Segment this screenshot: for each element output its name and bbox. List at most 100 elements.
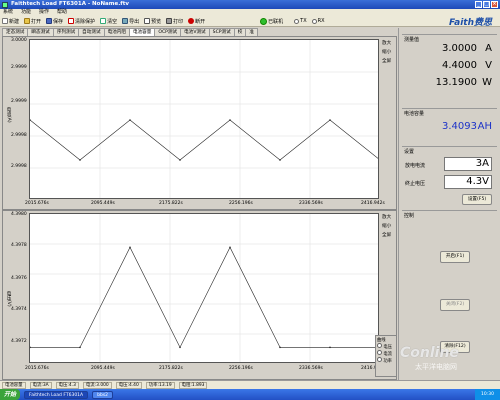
tab-static[interactable]: 定态测试: [2, 28, 29, 36]
export-icon: [122, 18, 129, 24]
zoom-in-link[interactable]: 放大: [382, 39, 391, 48]
disconnect-icon: [188, 18, 195, 24]
voltage-radio[interactable]: [377, 343, 382, 348]
data-point: [30, 346, 31, 349]
right-panel: 测量值 3.0000 A 4.4000 V 13.1900 W 电池容量 3.4…: [398, 28, 500, 388]
print-button[interactable]: 打印: [166, 18, 183, 25]
settings-title: 设置: [404, 149, 415, 155]
x-tick: 2336.569s: [299, 201, 323, 206]
maximize-button[interactable]: □: [483, 1, 490, 8]
tab-dynamic[interactable]: 瞬态测试: [27, 28, 54, 36]
app-icon: [2, 1, 8, 8]
data-point: [179, 346, 181, 349]
clear-data-button[interactable]: 清空: [100, 18, 117, 25]
x-tick: 2336.569s: [299, 366, 323, 371]
taskbar-folder[interactable]: bbs2: [92, 390, 114, 399]
current-plot: [30, 40, 378, 198]
data-point: [79, 346, 81, 349]
fullscreen-link[interactable]: 全屏: [382, 57, 391, 66]
capacity-unit: AH: [477, 121, 492, 132]
connected-indicator-icon: [260, 17, 268, 25]
data-point: [229, 119, 231, 121]
status-set-voltage: 电压:4.3: [55, 382, 79, 389]
x-tick: 2175.822s: [159, 366, 183, 371]
menu-help[interactable]: 帮助: [57, 9, 67, 16]
power-radio[interactable]: [377, 357, 382, 362]
data-point: [179, 159, 181, 161]
tab-auto[interactable]: 自动测试: [78, 28, 105, 36]
discharge-current-input[interactable]: 3A: [444, 157, 492, 171]
menu-function[interactable]: 功能: [21, 9, 31, 16]
new-button[interactable]: 新建: [2, 18, 19, 25]
y-tick: 4.3980: [11, 212, 27, 217]
measured-current: 3.0000: [442, 43, 477, 54]
save-button[interactable]: 保存: [46, 18, 63, 25]
watermark-text: 太平洋电脑网: [415, 363, 457, 371]
y-tick: 2.9998: [11, 133, 27, 138]
open-button[interactable]: 打开: [24, 18, 41, 25]
tab-battery-v[interactable]: 电池V测试: [180, 28, 210, 36]
zoom-in-link[interactable]: 放大: [382, 213, 391, 222]
menu-system[interactable]: 系统: [3, 9, 13, 16]
x-tick: 2015.676s: [25, 366, 49, 371]
menu-operation[interactable]: 操作: [39, 9, 49, 16]
tab-scp[interactable]: SCP测试: [208, 28, 235, 36]
voltage-ylabel: 电压(V): [6, 291, 11, 307]
connection-status: 已联机: [260, 17, 283, 25]
save-icon: [46, 18, 53, 24]
system-clock: 10:30: [475, 389, 500, 400]
start-button[interactable]: 开启(F1): [440, 251, 470, 263]
voltage-plot-area[interactable]: [29, 213, 379, 363]
tab-calibrate-2[interactable]: 准: [245, 28, 258, 36]
clear-protection-button[interactable]: 清除保护: [68, 18, 95, 25]
status-current: 电流:3.000: [82, 382, 112, 389]
status-voltage: 电压:4.40: [115, 382, 142, 389]
export-button[interactable]: 导出: [122, 18, 139, 25]
data-point: [329, 119, 331, 121]
tx-led-icon: [294, 18, 300, 24]
watermark-logo: Conline: [400, 345, 459, 361]
stop-button[interactable]: 关闭(F2): [440, 299, 470, 311]
tab-list[interactable]: 序列测试: [52, 28, 80, 36]
preview-icon: [144, 18, 151, 24]
current-chart-panel: 电流(A) 3.0000 2.9999 2.9999 2.9998 2.9998…: [2, 36, 397, 210]
set-button[interactable]: 设置(F5): [462, 194, 492, 205]
zoom-out-link[interactable]: 缩小: [382, 48, 391, 57]
clear-protection-icon: [68, 18, 75, 24]
y-tick: 4.3976: [11, 276, 27, 281]
minimize-button[interactable]: _: [475, 1, 482, 8]
legend-power: 功率: [383, 359, 392, 364]
zoom-out-link[interactable]: 缩小: [382, 222, 391, 231]
measure-section: 测量值 3.0000 A 4.4000 V 13.1900 W: [402, 34, 497, 96]
x-tick: 2175.822s: [159, 201, 183, 206]
y-tick: 4.3972: [11, 339, 27, 344]
x-tick: 2095.449s: [91, 366, 115, 371]
y-tick: 4.3974: [11, 307, 27, 312]
menubar: 系统 功能 操作 帮助: [0, 9, 500, 16]
tab-battery-resistance[interactable]: 电池内阻: [103, 28, 130, 36]
data-point: [279, 159, 281, 161]
current-ylabel: 电流(A): [6, 107, 11, 123]
brand-logo: Faith费思: [449, 18, 492, 28]
fullscreen-link[interactable]: 全屏: [382, 231, 391, 240]
new-icon: [2, 18, 8, 24]
tab-ocp[interactable]: OCP测试: [154, 28, 182, 36]
cutoff-voltage-label: 终止电压: [405, 181, 426, 187]
window-titlebar: Faithtech Load FT6301A - NoName.ftv _ □ …: [0, 0, 500, 9]
voltage-chart-panel: 电压(V) 4.3980 4.3978 4.3976 4.3974 4.3972…: [2, 210, 397, 380]
y-tick: 4.3978: [11, 243, 27, 248]
current-radio[interactable]: [377, 350, 382, 355]
cutoff-voltage-input[interactable]: 4.3V: [444, 175, 492, 189]
close-button[interactable]: ×: [491, 1, 498, 8]
preview-button[interactable]: 预览: [144, 18, 161, 25]
current-plot-area[interactable]: [29, 39, 379, 199]
settings-section: 设置 放电电流 3A 终止电压 4.3V 设置(F5): [402, 146, 497, 206]
current-unit: A: [485, 43, 492, 54]
status-set-current: 电流:3A: [29, 382, 52, 389]
start-button[interactable]: 开始: [0, 389, 21, 400]
taskbar-app[interactable]: Faithtech Load FT6301A: [24, 390, 89, 399]
disconnect-button[interactable]: 断开: [188, 18, 205, 25]
data-point: [129, 246, 131, 249]
data-point: [129, 119, 131, 121]
status-mode: 电池容量: [2, 382, 26, 389]
